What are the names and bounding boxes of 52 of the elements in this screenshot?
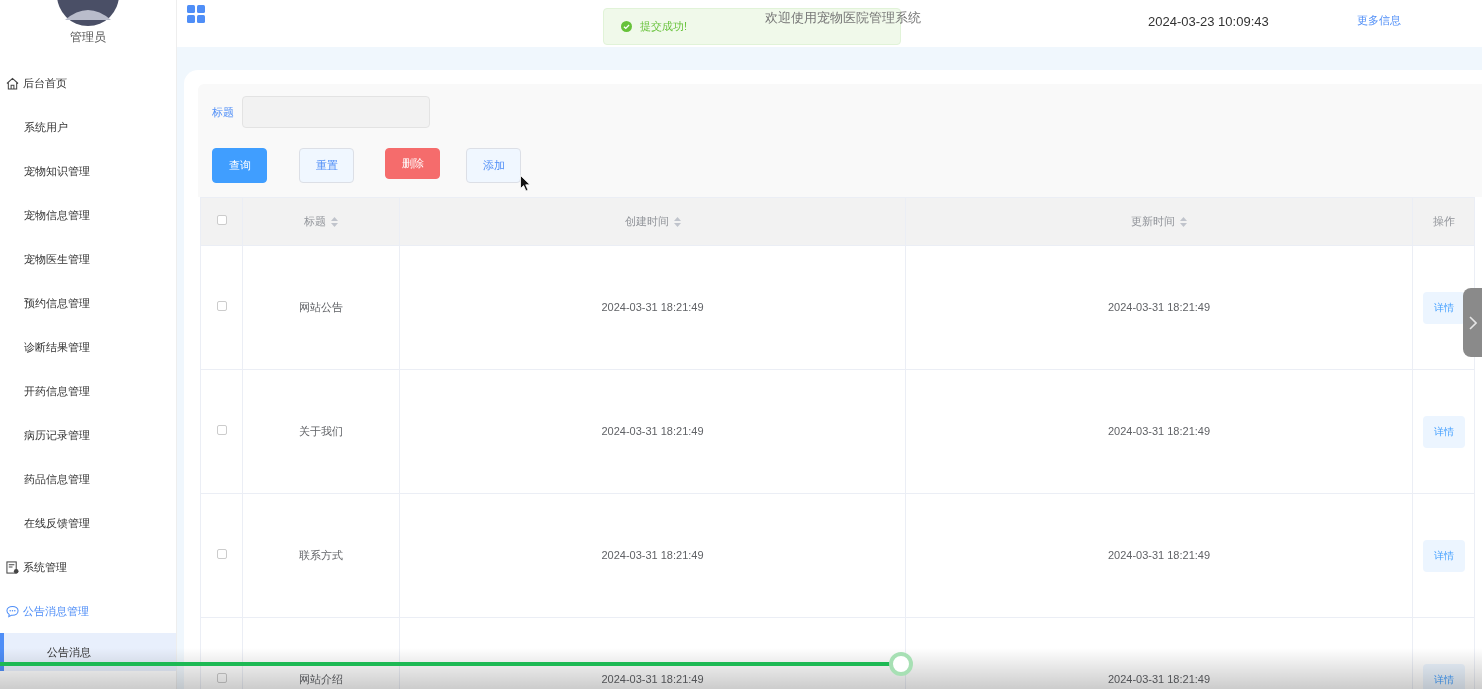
menu-item[interactable]: 宠物信息管理 <box>0 193 176 237</box>
row-checkbox[interactable] <box>216 425 227 436</box>
chat-icon <box>6 604 19 618</box>
date-cell: 2024-03-31 18:21:49 <box>601 549 704 562</box>
column-header: 操作 <box>1432 214 1455 230</box>
title-cell: 网站介绍 <box>299 673 343 686</box>
check-icon <box>621 21 632 32</box>
welcome-text: 欢迎使用宠物医院管理系统 <box>765 9 921 27</box>
menu-icon[interactable] <box>187 5 205 23</box>
menu-item[interactable]: 诊断结果管理 <box>0 325 176 369</box>
user-name: 管理员 <box>70 29 106 46</box>
menu-group[interactable]: 系统管理 <box>0 545 176 589</box>
column-header: 标题 <box>304 214 326 230</box>
toast-message: 提交成功! <box>640 19 688 35</box>
menu-group-label: 后台首页 <box>23 75 67 91</box>
home-icon <box>6 76 19 90</box>
filter-label: 标题 <box>212 104 234 120</box>
column-header: 创建时间 <box>624 214 669 230</box>
date-cell: 2024-03-31 18:21:49 <box>1107 425 1211 438</box>
title-cell: 联系方式 <box>299 549 343 562</box>
row-checkbox[interactable] <box>216 301 227 312</box>
menu-item[interactable]: 药品信息管理 <box>0 457 176 501</box>
datetime: 2024-03-23 10:09:43 <box>1148 13 1269 31</box>
row-checkbox[interactable] <box>216 673 227 684</box>
cursor-icon <box>520 175 531 192</box>
menu-item[interactable]: 在线反馈管理 <box>0 501 176 545</box>
title-cell: 网站公告 <box>299 301 343 314</box>
sort-icon[interactable] <box>673 216 681 227</box>
select-all-checkbox[interactable] <box>216 215 227 226</box>
date-cell: 2024-03-31 18:21:49 <box>1107 673 1211 686</box>
menu-item[interactable]: 病历记录管理 <box>0 413 176 457</box>
menu-group[interactable]: 后台首页 <box>0 61 176 105</box>
title-cell: 关于我们 <box>299 425 343 438</box>
menu-group-label: 公告消息管理 <box>23 603 89 619</box>
drawer-handle[interactable] <box>1463 288 1482 357</box>
menu-item[interactable]: 宠物医生管理 <box>0 237 176 281</box>
date-cell: 2024-03-31 18:21:49 <box>601 301 704 314</box>
date-cell: 2024-03-31 18:21:49 <box>601 425 704 438</box>
menu-item[interactable]: 宠物知识管理 <box>0 149 176 193</box>
row-checkbox[interactable] <box>216 549 227 560</box>
date-cell: 2024-03-31 18:21:49 <box>1107 301 1211 314</box>
date-cell: 2024-03-31 18:21:49 <box>601 673 704 686</box>
menu-item[interactable]: 系统用户 <box>0 105 176 149</box>
chevron-icon <box>1468 315 1477 330</box>
sort-icon[interactable] <box>331 216 338 227</box>
menu-item[interactable]: 预约信息管理 <box>0 281 176 325</box>
sort-icon[interactable] <box>1180 216 1187 227</box>
date-cell: 2024-03-31 18:21:49 <box>1107 549 1211 562</box>
document-icon <box>6 560 19 574</box>
menu-group-label: 系统管理 <box>23 559 67 575</box>
menu-item[interactable]: 开药信息管理 <box>0 369 176 413</box>
column-header: 更新时间 <box>1131 214 1175 230</box>
